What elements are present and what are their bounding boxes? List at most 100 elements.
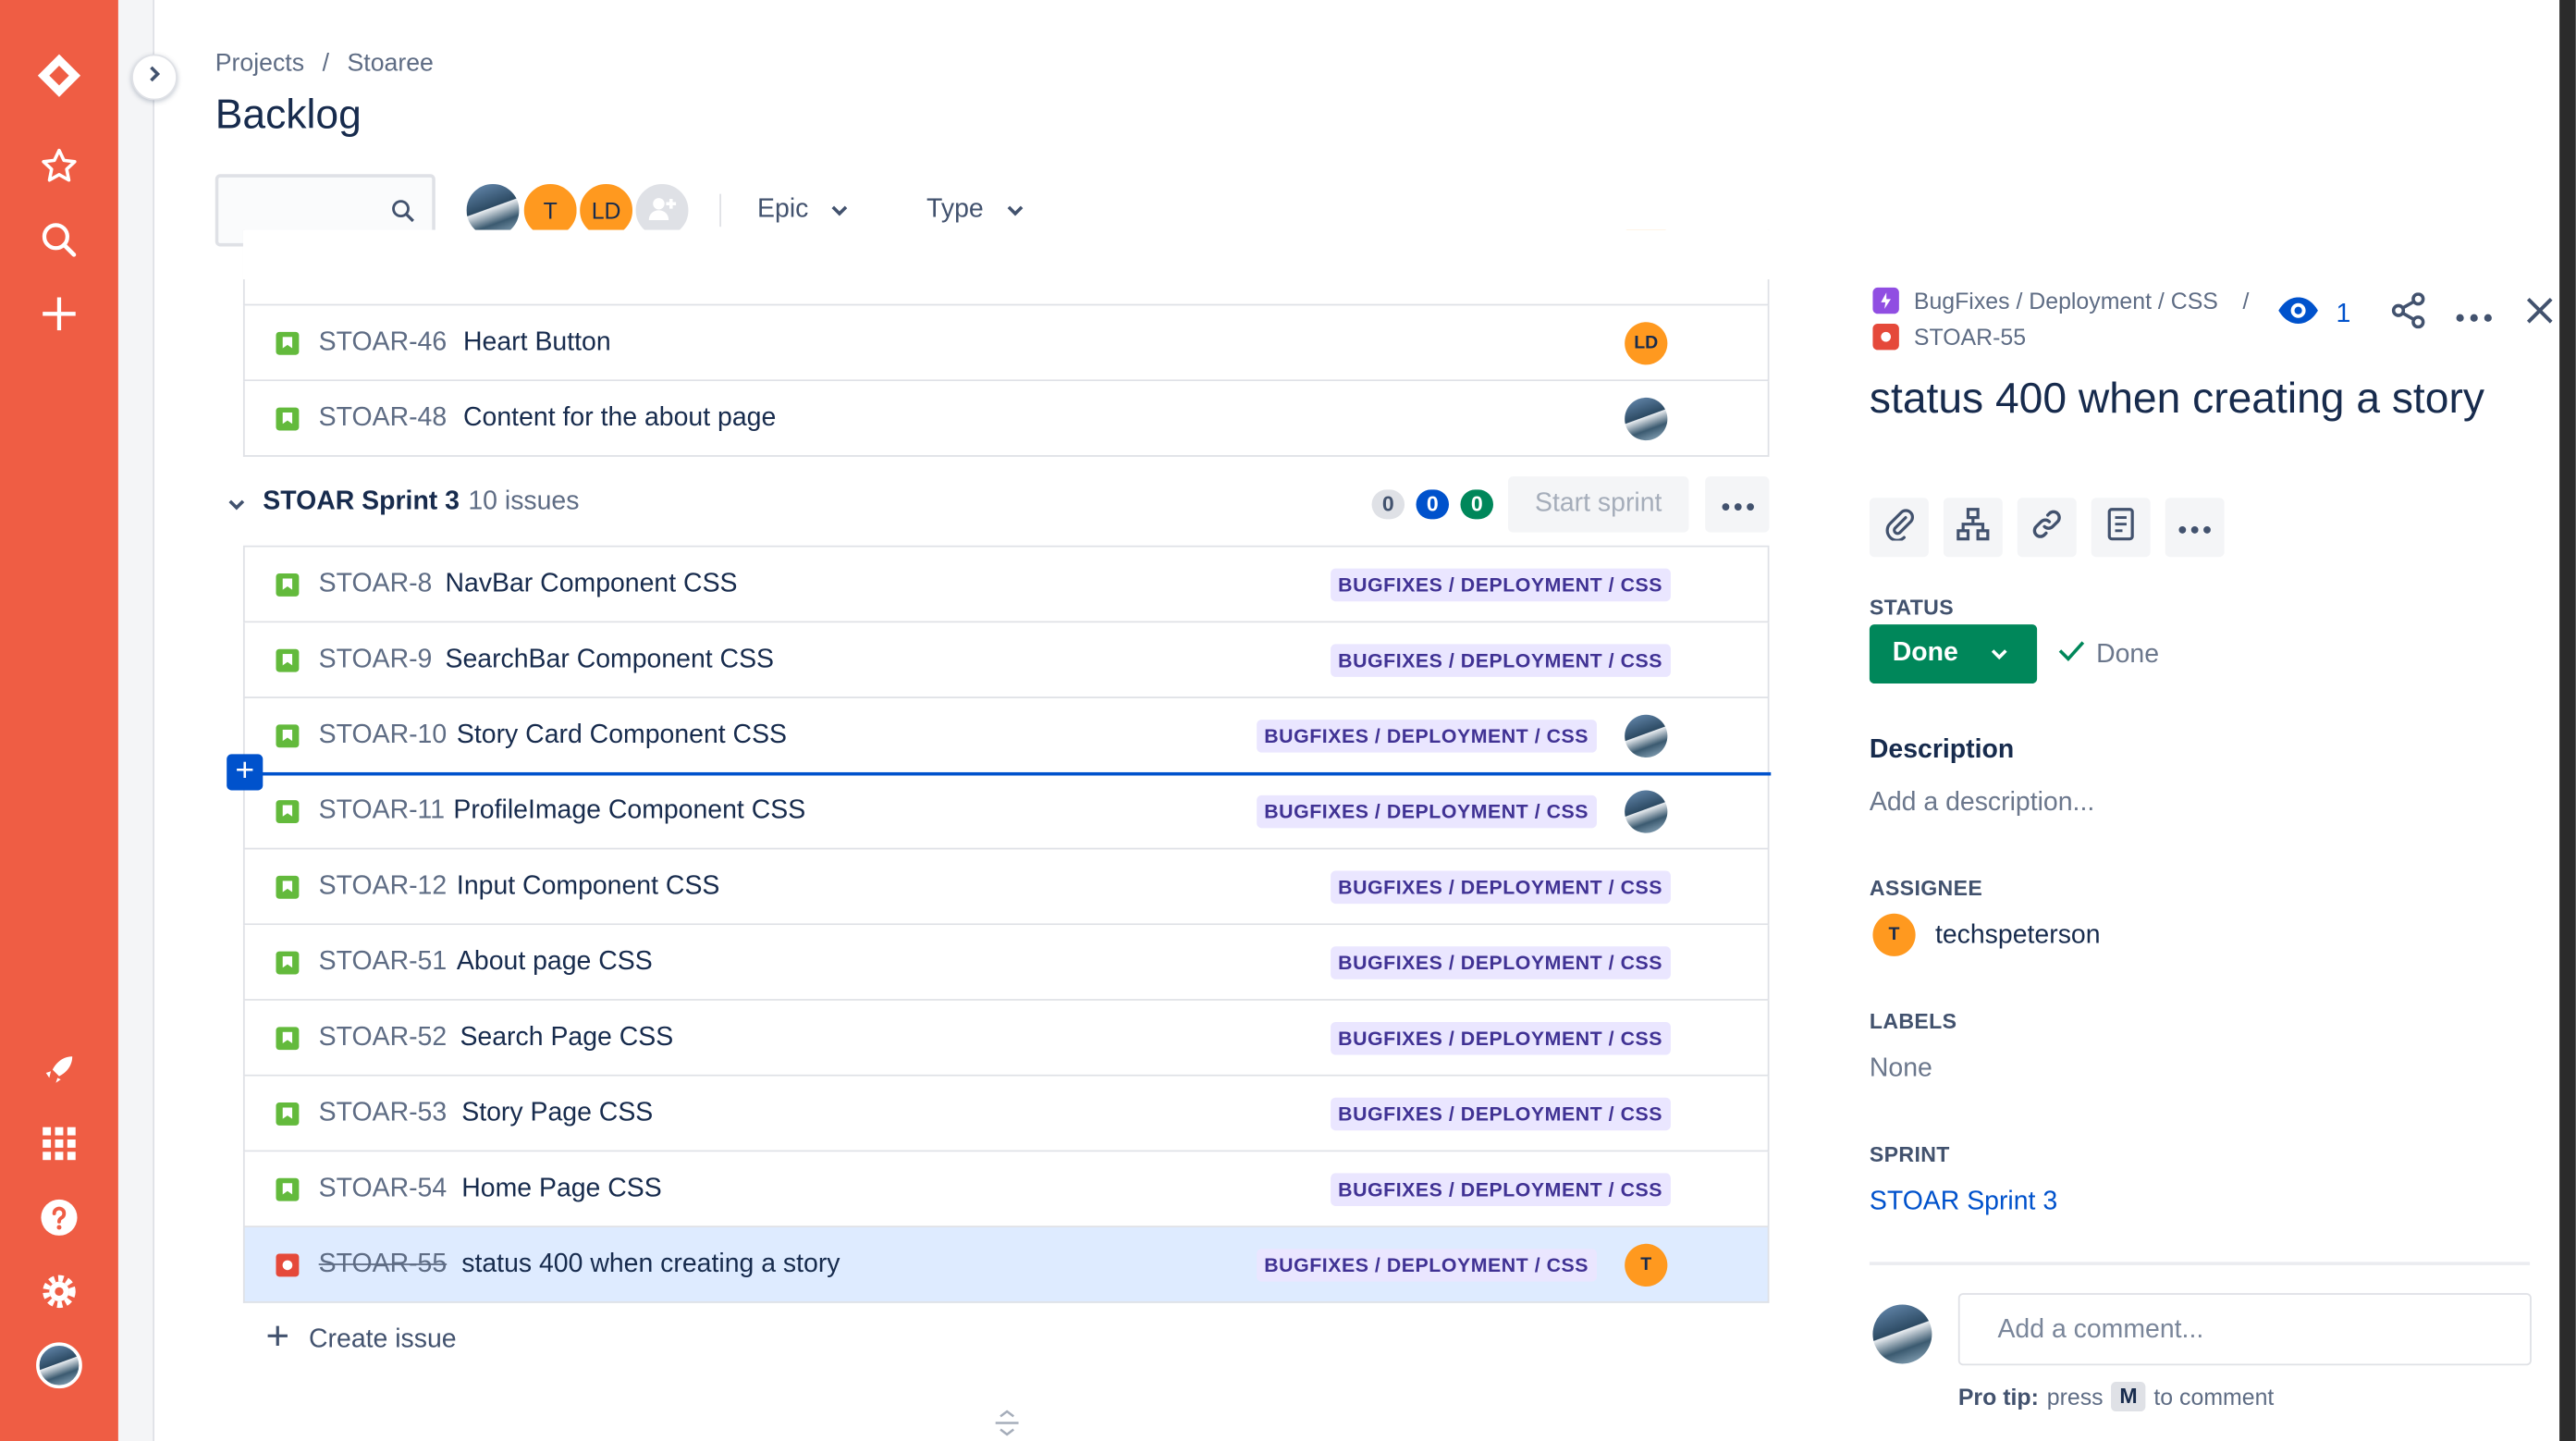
table-row[interactable]: STOAR-51 About page CSS BUGFIXES / DEPLOYM… (242, 925, 1770, 1001)
issue-summary: Story Page CSS (461, 1099, 654, 1127)
more-horizontal-icon (2178, 512, 2212, 542)
share-icon[interactable] (2390, 292, 2426, 337)
assignee-avatar: T (1625, 1243, 1668, 1287)
epic-lozenge[interactable]: BUGFIXES / DEPLOYMENT / CSS (1256, 1249, 1597, 1282)
table-row[interactable]: STOAR-10 Story Card Component CSS BUGFIXES… (242, 698, 1770, 774)
resize-handle-icon[interactable] (992, 1410, 1022, 1441)
story-icon (276, 331, 300, 355)
issue-key[interactable]: STOAR-8 (319, 570, 433, 599)
issue-key[interactable]: STOAR-55 (319, 1250, 447, 1280)
issue-title[interactable]: status 400 when creating a story (1870, 371, 2494, 424)
issue-key-link[interactable]: STOAR-55 (1914, 324, 2026, 350)
more-actions-button[interactable] (2165, 498, 2225, 558)
epic-lozenge[interactable]: BUGFIXES / DEPLOYMENT / CSS (1330, 1021, 1671, 1055)
issue-key[interactable]: STOAR-54 (319, 1175, 447, 1204)
description-field[interactable]: Add a description... (1870, 789, 2094, 819)
issue-key[interactable]: STOAR-12 (319, 872, 447, 902)
breadcrumb-project[interactable]: Stoaree (348, 49, 434, 77)
table-row[interactable]: STOAR-12 Input Component CSS BUGFIXES / DE… (242, 849, 1770, 926)
issue-key[interactable]: STOAR-53 (319, 1099, 447, 1128)
labels-value[interactable]: None (1870, 1055, 1932, 1085)
page-button[interactable] (2091, 498, 2151, 558)
table-row[interactable]: STOAR-54 Home Page CSS BUGFIXES / DEPLOYME… (242, 1152, 1770, 1228)
watch-button[interactable]: 1 (2277, 296, 2350, 334)
starred-icon[interactable] (30, 136, 89, 195)
issue-key[interactable]: STOAR-11 (319, 797, 445, 827)
issue-summary: NavBar Component CSS (445, 570, 738, 598)
status-dropdown[interactable]: Done (1869, 624, 2038, 684)
type-filter-dropdown[interactable]: Type (926, 195, 1023, 225)
jira-logo-icon[interactable] (30, 46, 89, 105)
eye-icon (2277, 296, 2320, 334)
sprint-more-button[interactable] (1705, 476, 1770, 533)
create-icon[interactable] (30, 284, 89, 343)
story-icon (276, 724, 300, 748)
drop-indicator: + (227, 754, 1772, 791)
app-switcher-icon[interactable] (30, 1114, 89, 1173)
issue-actions: 1 (2277, 292, 2555, 337)
assignee-avatar: LD (1625, 322, 1668, 365)
sprint-link[interactable]: STOAR Sprint 3 (1870, 1188, 2057, 1217)
epic-lozenge[interactable]: BUGFIXES / DEPLOYMENT / CSS (1330, 946, 1671, 979)
issue-key-breadcrumb[interactable]: STOAR-55 (1872, 319, 2249, 355)
epic-lozenge[interactable]: BUGFIXES / DEPLOYMENT / CSS (1256, 794, 1597, 829)
epic-lozenge[interactable]: BUGFIXES / DEPLOYMENT / CSS (1256, 720, 1597, 753)
issue-breadcrumb: BugFixes / Deployment / CSS / STOAR-55 (1872, 283, 2249, 355)
sprint-name[interactable]: STOAR Sprint 3 (263, 488, 460, 518)
issue-summary: SearchBar Component CSS (445, 646, 775, 674)
breadcrumb-projects[interactable]: Projects (215, 49, 304, 77)
sprint-label: SPRINT (1869, 1141, 1950, 1167)
create-issue-button[interactable]: Create issue (266, 1324, 457, 1356)
table-row[interactable]: STOAR-46 Heart Button LD (242, 305, 1770, 382)
issue-summary: Heart Button (463, 328, 611, 357)
assignee-name[interactable]: techspeterson (1935, 922, 2101, 952)
issue-key[interactable]: STOAR-52 (319, 1024, 447, 1053)
table-row[interactable]: STOAR-11 ProfileImage Component CSS BUGFIX… (227, 754, 1772, 850)
epic-lozenge[interactable]: BUGFIXES / DEPLOYMENT / CSS (1330, 870, 1671, 905)
epic-breadcrumb[interactable]: BugFixes / Deployment / CSS / (1872, 283, 2249, 319)
table-row[interactable]: STOAR-9 SearchBar Component CSS BUGFIXES /… (242, 622, 1770, 699)
scroll-mask (242, 229, 1770, 280)
issue-key[interactable]: STOAR-9 (319, 646, 433, 675)
issue-key[interactable]: STOAR-10 (319, 721, 447, 751)
epic-filter-dropdown[interactable]: Epic (757, 195, 848, 225)
sprint-issue-count: 10 issues (468, 487, 580, 516)
close-icon[interactable] (2525, 296, 2555, 334)
search-icon[interactable] (30, 210, 89, 269)
epic-lozenge[interactable]: BUGFIXES / DEPLOYMENT / CSS (1330, 644, 1671, 677)
epic-lozenge[interactable]: BUGFIXES / DEPLOYMENT / CSS (1330, 1097, 1671, 1131)
resolution: Done (2056, 639, 2159, 671)
paperclip-icon (1883, 507, 1916, 548)
table-row[interactable]: STOAR-55 status 400 when creating a story… (242, 1227, 1770, 1303)
help-icon[interactable] (30, 1188, 89, 1247)
epic-link[interactable]: BugFixes / Deployment / CSS (1914, 288, 2218, 314)
link-icon (2030, 507, 2064, 548)
settings-gear-icon[interactable] (30, 1262, 89, 1321)
status-value: Done (1892, 639, 1958, 668)
story-icon (276, 648, 300, 672)
issue-summary: About page CSS (456, 948, 653, 977)
more-horizontal-icon[interactable] (2456, 300, 2492, 329)
table-row[interactable]: STOAR-8 NavBar Component CSS BUGFIXES / DE… (242, 547, 1770, 623)
link-issue-button[interactable] (2017, 498, 2077, 558)
comment-input[interactable]: Add a comment... (1957, 1293, 2532, 1366)
epic-lozenge[interactable]: BUGFIXES / DEPLOYMENT / CSS (1330, 1173, 1671, 1206)
type-filter-label: Type (926, 195, 984, 224)
releases-rocket-icon[interactable] (30, 1041, 89, 1100)
resolution-value: Done (2096, 639, 2160, 669)
issue-key[interactable]: STOAR-46 (319, 328, 447, 358)
start-sprint-button[interactable]: Start sprint (1508, 476, 1689, 533)
child-issues-button[interactable] (1943, 498, 2003, 558)
table-row[interactable]: STOAR-52 Search Page CSS BUGFIXES / DEPLOY… (242, 1000, 1770, 1077)
table-row[interactable]: STOAR-53 Story Page CSS BUGFIXES / DEPLOYM… (242, 1076, 1770, 1152)
issue-key[interactable]: STOAR-51 (319, 948, 447, 978)
insert-plus-icon[interactable]: + (227, 754, 264, 791)
chevron-down-icon[interactable] (227, 493, 246, 523)
epic-lozenge[interactable]: BUGFIXES / DEPLOYMENT / CSS (1330, 568, 1671, 602)
attach-button[interactable] (1869, 498, 1929, 558)
profile-avatar[interactable] (30, 1336, 89, 1395)
protip-bold: Pro tip: (1957, 1383, 2039, 1410)
table-row[interactable]: STOAR-48 Content for the about page (242, 381, 1770, 457)
expand-sidebar-button[interactable] (131, 54, 178, 101)
issue-key[interactable]: STOAR-48 (319, 404, 447, 434)
